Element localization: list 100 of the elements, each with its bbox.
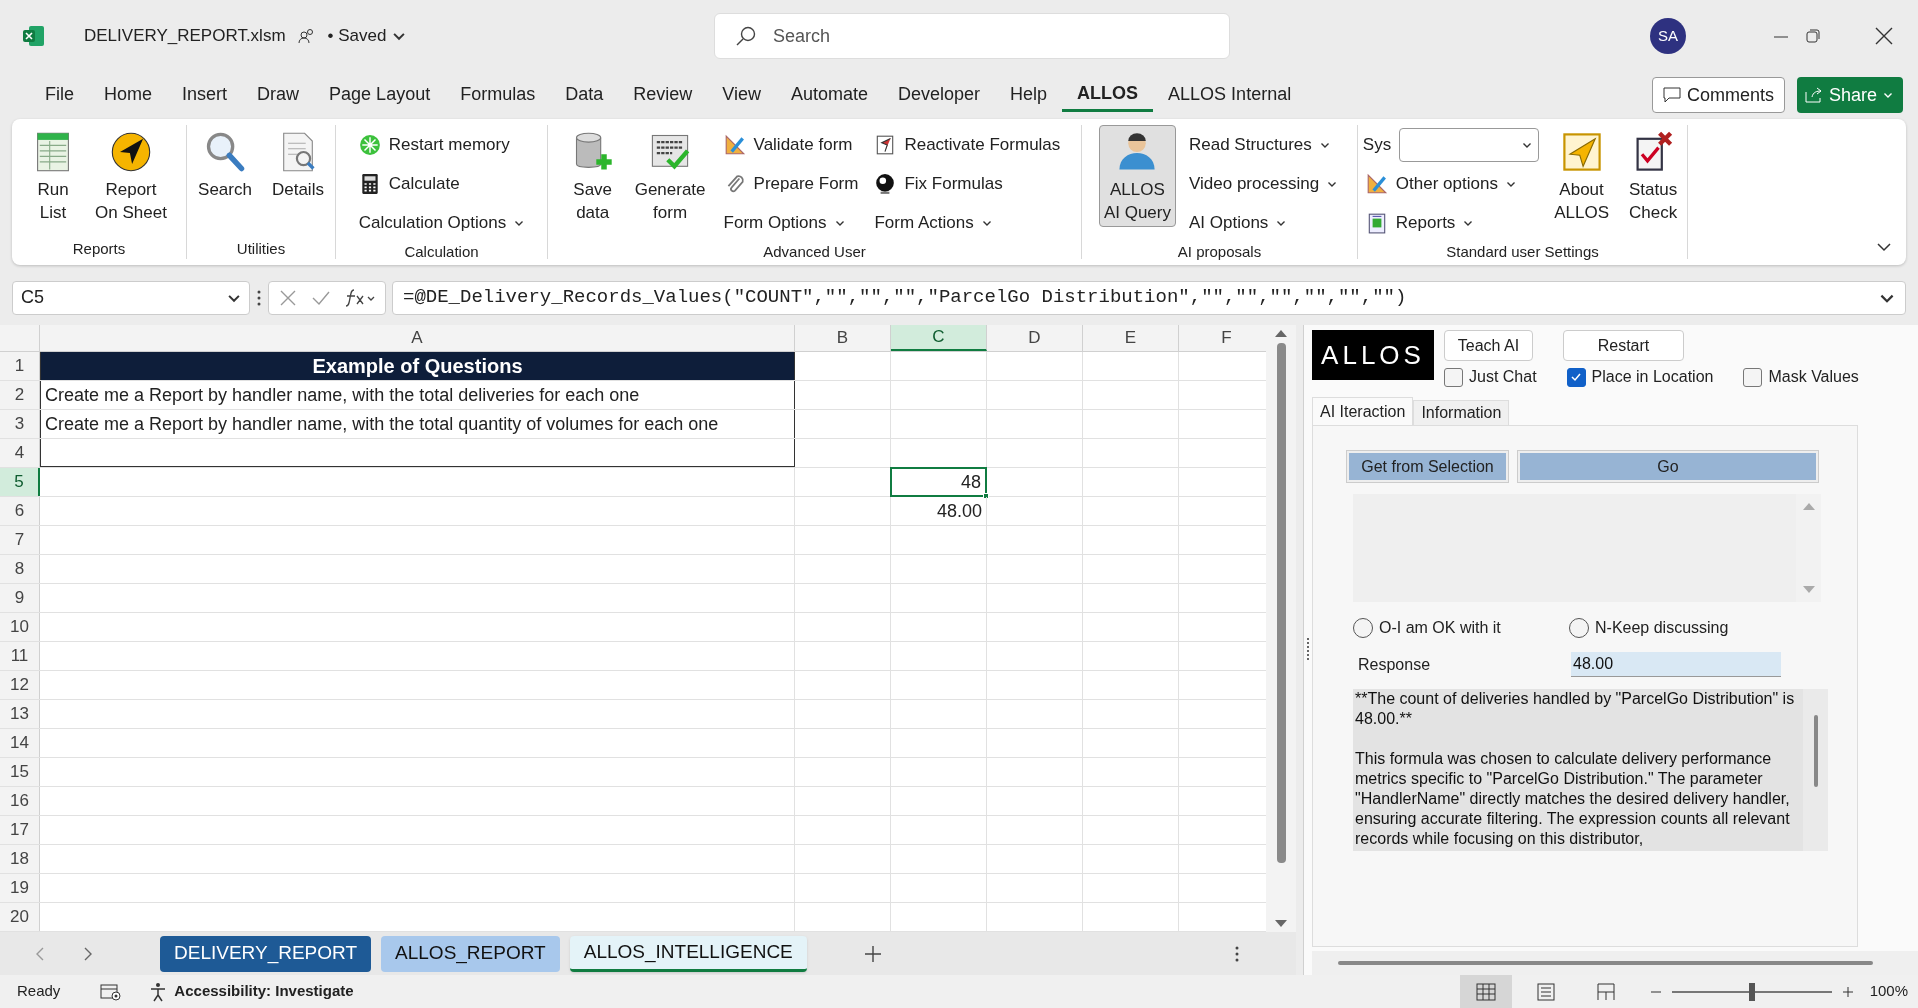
ribbon-button[interactable]: Read Structures <box>1186 125 1333 164</box>
row-header[interactable]: 1 <box>0 352 40 380</box>
ribbon-button[interactable]: Other options <box>1362 164 1519 203</box>
ribbon-button[interactable]: Reports <box>1362 203 1477 242</box>
menu-tab[interactable]: View <box>707 77 776 112</box>
ribbon-button[interactable]: ALLOS AI Query <box>1098 125 1176 227</box>
zoom-level[interactable]: 100% <box>1869 980 1908 1003</box>
cancel-icon[interactable] <box>279 288 297 307</box>
zoom-slider-thumb[interactable] <box>1748 982 1755 1001</box>
ribbon-button[interactable]: Report On Sheet <box>90 125 172 227</box>
panel-tab[interactable]: Information <box>1413 400 1510 425</box>
row-header[interactable]: 6 <box>0 497 40 525</box>
menu-tab[interactable]: Home <box>89 77 168 112</box>
sheet-tab[interactable]: ALLOS_REPORT <box>381 935 560 972</box>
ribbon-button[interactable]: Calculate <box>355 164 463 203</box>
menu-tab[interactable]: Review <box>618 77 708 112</box>
menu-tab[interactable]: ALLOS <box>1062 77 1154 112</box>
menu-tab[interactable]: Insert <box>167 77 243 112</box>
function-icon[interactable] <box>345 287 375 308</box>
menu-tab[interactable]: Draw <box>242 77 315 112</box>
ribbon-button[interactable]: Generate form <box>629 125 711 227</box>
ribbon-button[interactable]: Calculation Options <box>355 203 528 242</box>
row-header[interactable]: 3 <box>0 410 40 438</box>
ribbon-button[interactable]: Form Options <box>720 203 848 242</box>
menu-tab[interactable]: File <box>30 77 89 112</box>
scroll-thumb[interactable] <box>1338 961 1873 966</box>
response-text-area[interactable] <box>1353 689 1828 851</box>
table-cell[interactable]: 48 <box>890 467 987 497</box>
response-field[interactable]: 48.00 <box>1571 652 1781 677</box>
restore-icon[interactable] <box>1804 27 1822 45</box>
panel-button[interactable]: Restart <box>1563 330 1684 361</box>
row-header[interactable]: 16 <box>0 787 40 815</box>
row-header[interactable]: 4 <box>0 439 40 467</box>
ribbon-button[interactable]: Restart memory <box>355 125 513 164</box>
search-field[interactable]: Search <box>714 13 1230 59</box>
row-header[interactable]: 8 <box>0 555 40 583</box>
row-header[interactable]: 13 <box>0 700 40 728</box>
row-header[interactable]: 19 <box>0 874 40 902</box>
menu-tab[interactable]: Automate <box>775 77 883 112</box>
share-button[interactable]: Share <box>1797 77 1903 113</box>
ribbon-button[interactable]: Details <box>266 125 329 204</box>
row-header[interactable]: 15 <box>0 758 40 786</box>
sheet-tab[interactable]: ALLOS_INTELLIGENCE <box>569 935 807 972</box>
column-header[interactable]: A <box>40 325 795 351</box>
formula-field[interactable]: =@DE_Delivery_Records_Values("COUNT","","","","ParcelGo Distribution","","","","","","") <box>392 280 1906 315</box>
scroll-up-icon[interactable] <box>1275 329 1287 337</box>
row-header[interactable]: 5 <box>0 468 40 496</box>
row-header[interactable]: 20 <box>0 903 40 931</box>
column-header[interactable]: D <box>987 325 1083 351</box>
row-header[interactable]: 10 <box>0 613 40 641</box>
previous-sheet-icon[interactable] <box>34 945 46 962</box>
name-box[interactable]: C5 <box>12 280 250 315</box>
zoom-in-icon[interactable] <box>1841 985 1854 998</box>
ribbon-button[interactable]: Run List <box>26 125 81 227</box>
radio-button[interactable] <box>1353 618 1373 638</box>
column-header[interactable]: E <box>1083 325 1179 351</box>
user-avatar[interactable]: SA <box>1650 18 1686 54</box>
menu-tab[interactable]: Developer <box>883 77 996 112</box>
row-header[interactable]: 11 <box>0 642 40 670</box>
macro-record-icon[interactable] <box>100 982 123 1001</box>
ribbon-button[interactable]: Save data <box>565 125 620 227</box>
panel-button[interactable]: Teach AI <box>1444 330 1533 361</box>
row-header[interactable]: 9 <box>0 584 40 612</box>
sheet-tab[interactable]: DELIVERY_REPORT <box>160 935 372 972</box>
sys-dropdown[interactable] <box>1399 127 1540 162</box>
ribbon-button[interactable]: Fix Formulas <box>871 164 1006 203</box>
menu-tab[interactable]: Formulas <box>445 77 551 112</box>
menu-tab[interactable]: ALLOS Internal <box>1153 77 1307 112</box>
row-header[interactable]: 7 <box>0 526 40 554</box>
fill-handle[interactable] <box>983 493 989 499</box>
accessibility-status[interactable]: Accessibility: Investigate <box>174 980 354 1003</box>
table-cell[interactable]: Create me a Report by handler name, with the total deliveries for each one <box>45 381 640 409</box>
action-button[interactable]: Go <box>1518 451 1818 482</box>
row-header[interactable]: 2 <box>0 381 40 409</box>
table-cell[interactable]: 48.00 <box>936 497 982 525</box>
ribbon-button[interactable]: AI Options <box>1186 203 1290 242</box>
row-header[interactable]: 18 <box>0 845 40 873</box>
menu-tab[interactable]: Page Layout <box>314 77 446 112</box>
comments-button[interactable]: Comments <box>1652 77 1786 113</box>
next-sheet-icon[interactable] <box>82 945 94 962</box>
table-cell[interactable]: Create me a Report by handler name, with the total quantity of volumes for each one <box>45 410 719 438</box>
ribbon-button[interactable]: Form Actions <box>871 203 995 242</box>
panel-tab[interactable]: AI Iteraction <box>1312 397 1414 425</box>
ribbon-button[interactable]: Reactivate Formulas <box>871 125 1064 164</box>
ribbon-button[interactable]: Validate form <box>720 125 856 164</box>
row-header[interactable]: 14 <box>0 729 40 757</box>
scroll-thumb[interactable] <box>1813 715 1818 787</box>
ribbon-button[interactable]: Status Check <box>1624 125 1683 227</box>
radio-button[interactable] <box>1569 618 1589 638</box>
row-header[interactable]: 12 <box>0 671 40 699</box>
view-button[interactable] <box>1459 975 1512 1008</box>
more-icon[interactable] <box>1234 945 1240 963</box>
ribbon-button[interactable]: About ALLOS <box>1549 125 1614 227</box>
checkbox[interactable] <box>1566 367 1586 387</box>
ribbon-button[interactable]: Video processing <box>1186 164 1341 203</box>
scroll-down-icon[interactable] <box>1275 920 1287 928</box>
action-button[interactable]: Get from Selection <box>1347 451 1508 482</box>
row-header[interactable]: 17 <box>0 816 40 844</box>
scroll-thumb[interactable] <box>1276 343 1286 863</box>
add-sheet-icon[interactable] <box>864 945 882 963</box>
